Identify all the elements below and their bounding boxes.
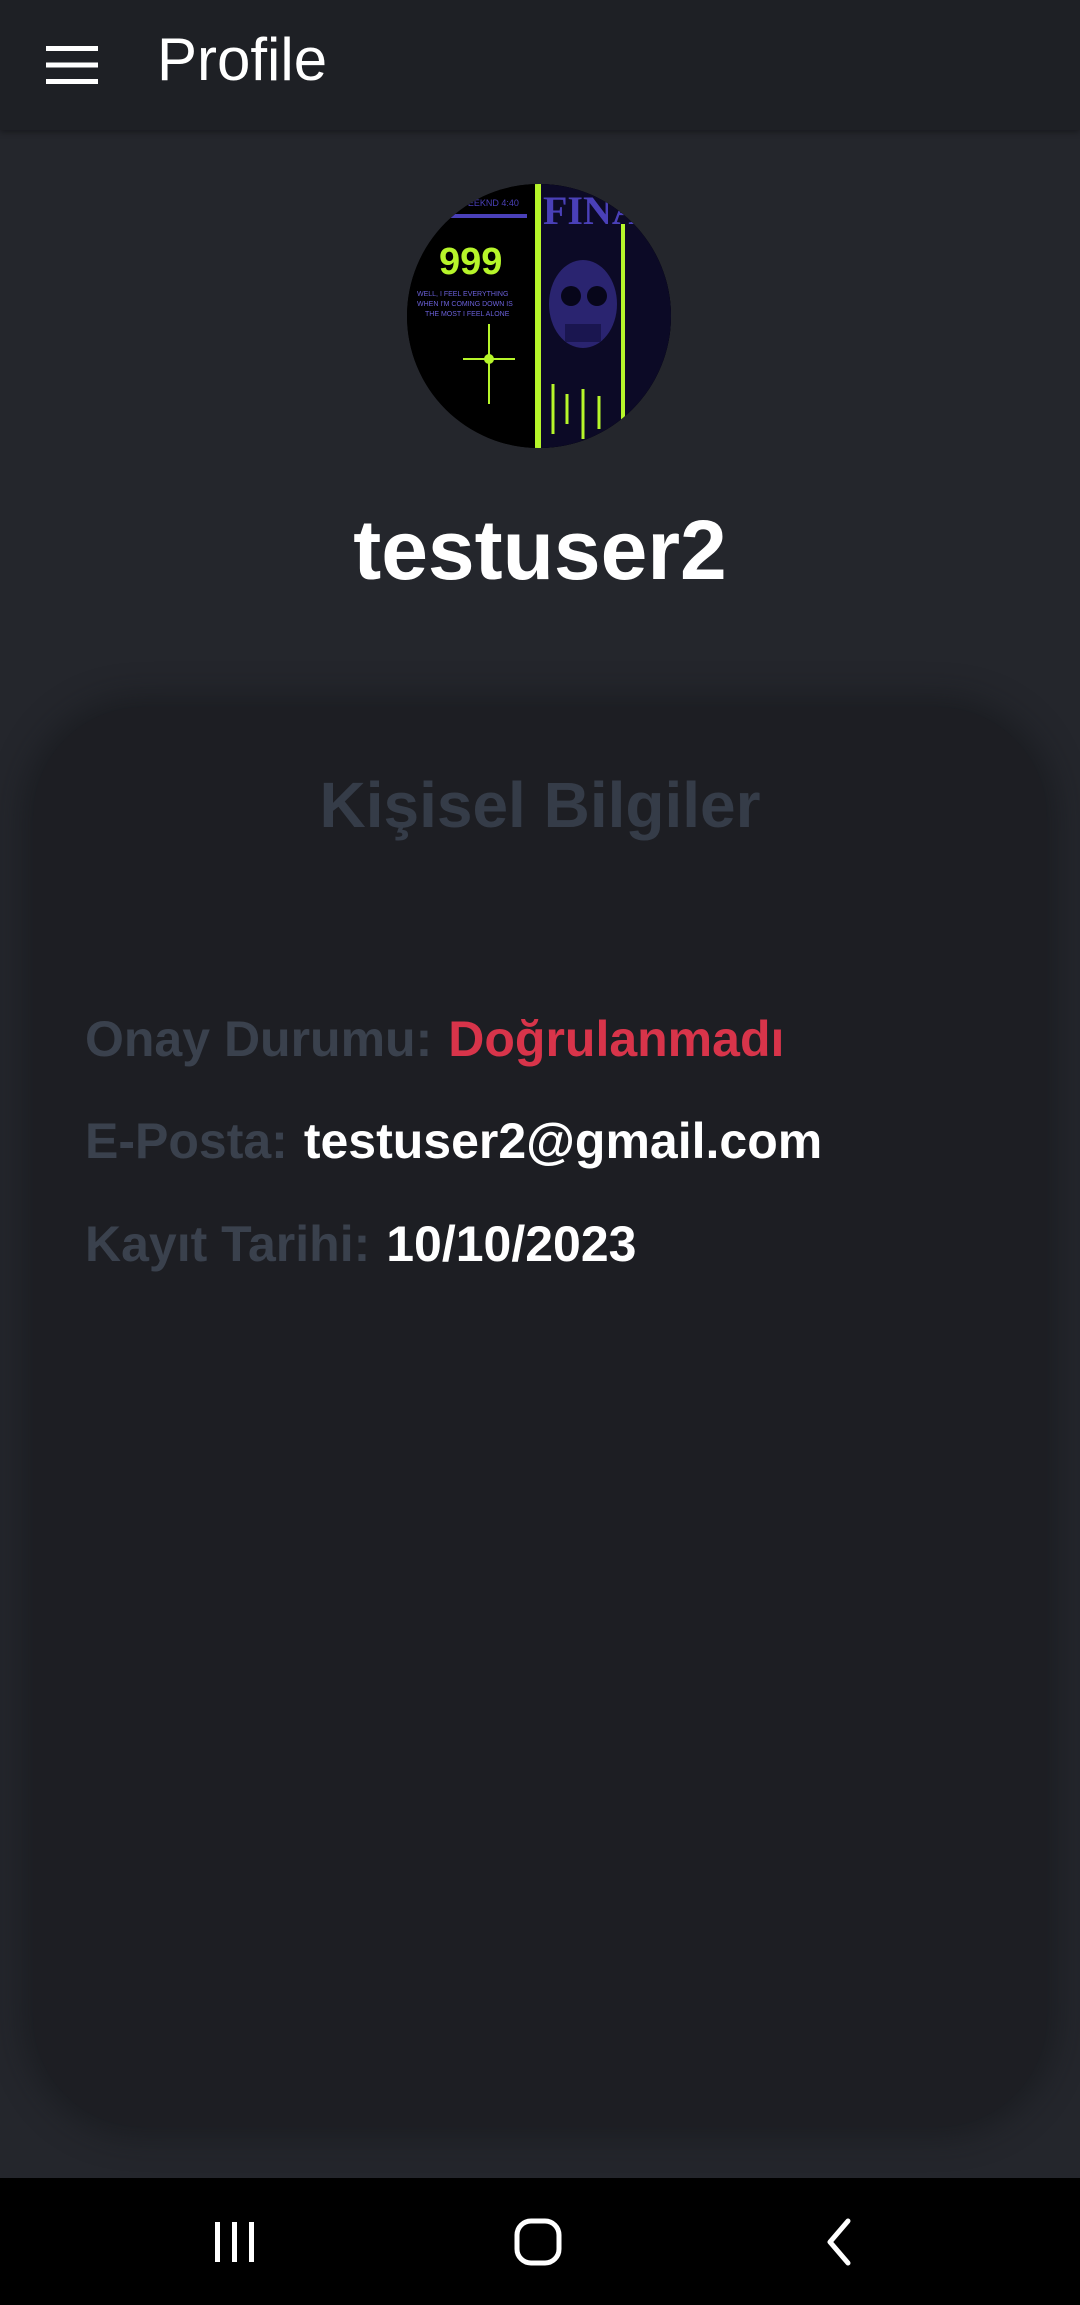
personal-info-card: Kişisel Bilgiler Onay Durumu: Doğrulanmad… bbox=[33, 707, 1047, 2127]
menu-button[interactable] bbox=[32, 25, 112, 105]
system-nav-bar bbox=[0, 2178, 1080, 2305]
verification-status-row: Onay Durumu: Doğrulanmadı bbox=[85, 1007, 784, 1071]
recent-apps-button[interactable] bbox=[185, 2202, 285, 2282]
avatar-line-3: THE MOST I FEEL ALONE bbox=[425, 311, 510, 318]
avatar-line-2: WHEN I'M COMING DOWN IS bbox=[417, 301, 513, 308]
card-title: Kişisel Bilgiler bbox=[319, 769, 761, 841]
registration-date-label: Kayıt Tarihi: bbox=[85, 1216, 371, 1272]
avatar-brand-text: FINAL bbox=[543, 188, 667, 233]
registration-date-row: Kayıt Tarihi: 10/10/2023 bbox=[85, 1212, 636, 1276]
home-button[interactable] bbox=[488, 2202, 588, 2282]
username: testuser2 bbox=[353, 503, 727, 597]
avatar-number-text: 999 bbox=[439, 241, 502, 283]
registration-date-value: 10/10/2023 bbox=[386, 1216, 637, 1272]
email-value: testuser2@gmail.com bbox=[303, 1113, 823, 1169]
page-title: Profile bbox=[157, 26, 328, 93]
profile-screen: Profile FINAL TH · THE WEEKND 4:40 999 W… bbox=[0, 0, 1080, 2305]
avatar-artwork: FINAL TH · THE WEEKND 4:40 999 WELL, I F… bbox=[407, 184, 671, 448]
app-bar: Profile bbox=[0, 0, 1080, 130]
avatar[interactable]: FINAL TH · THE WEEKND 4:40 999 WELL, I F… bbox=[407, 184, 671, 448]
recent-apps-icon bbox=[215, 2222, 254, 2262]
back-icon bbox=[827, 2218, 851, 2266]
email-label: E-Posta: bbox=[85, 1113, 288, 1169]
avatar-line-1: WELL, I FEEL EVERYTHING bbox=[417, 291, 508, 298]
home-icon bbox=[514, 2218, 562, 2266]
verification-status-value: Doğrulanmadı bbox=[448, 1011, 785, 1067]
back-button[interactable] bbox=[790, 2202, 890, 2282]
hamburger-menu-icon bbox=[46, 46, 98, 84]
email-row: E-Posta: testuser2@gmail.com bbox=[85, 1109, 822, 1173]
verification-status-label: Onay Durumu: bbox=[85, 1011, 433, 1067]
svg-text:TH · THE WEEKND 4:40: TH · THE WEEKND 4:40 bbox=[419, 198, 519, 208]
